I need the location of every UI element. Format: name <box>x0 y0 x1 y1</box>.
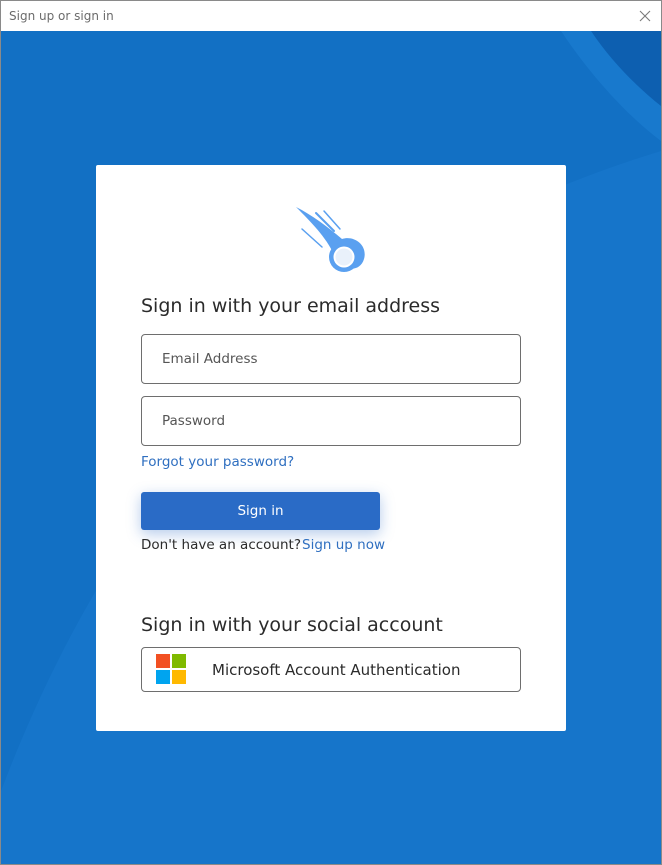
title-bar: Sign up or sign in <box>1 1 661 31</box>
sign-in-button[interactable]: Sign in <box>141 492 380 530</box>
close-icon <box>639 10 651 22</box>
no-account-text: Don't have an account? <box>141 537 301 553</box>
microsoft-logo-icon <box>156 654 187 685</box>
password-input[interactable] <box>141 396 521 446</box>
window-title: Sign up or sign in <box>9 9 114 23</box>
sign-up-link[interactable]: Sign up now <box>302 537 385 553</box>
email-input[interactable] <box>141 334 521 384</box>
comet-logo-icon <box>296 207 365 272</box>
microsoft-account-label: Microsoft Account Authentication <box>212 661 461 679</box>
social-signin-heading: Sign in with your social account <box>141 614 443 636</box>
close-button[interactable] <box>633 4 657 28</box>
sign-in-window: Sign up or sign in Sign in with your ema… <box>0 0 662 865</box>
email-signin-heading: Sign in with your email address <box>141 295 441 317</box>
sign-in-card: Sign in with your email address Forgot y… <box>96 165 566 731</box>
page-background: Sign in with your email address Forgot y… <box>1 31 661 864</box>
microsoft-account-button[interactable]: Microsoft Account Authentication <box>141 647 521 692</box>
forgot-password-link[interactable]: Forgot your password? <box>141 454 294 470</box>
